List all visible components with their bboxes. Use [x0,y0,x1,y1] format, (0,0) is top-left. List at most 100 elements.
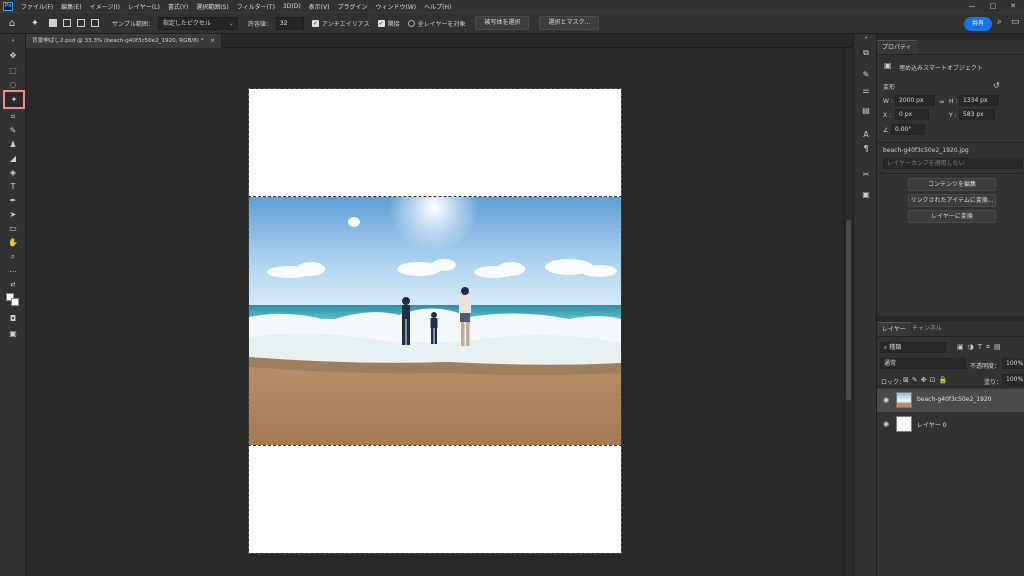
lock-icons[interactable]: ⊠✎✥⊡🔒 [903,376,950,384]
tools-preset-icon[interactable]: ✂ [859,170,873,179]
swap-colors-icon[interactable]: ⇄ [4,279,22,291]
select-and-mask-button[interactable]: 選択とマスク... [539,16,600,30]
more-tools-icon[interactable]: ⋯ [4,266,22,278]
all-layers-label: 全レイヤーを対象 [417,20,466,28]
edit-contents-button[interactable]: コンテンツを編集 [908,178,996,191]
move-tool-icon[interactable]: ✥ [4,50,22,62]
contiguous-checkbox[interactable]: ✓ [377,19,385,27]
paint-bucket-tool-icon[interactable]: ◈ [4,167,22,179]
brush-tool-icon[interactable]: ✎ [4,125,22,137]
brush-panel-icon[interactable]: ✎ [859,70,873,79]
maximize-button[interactable]: □ [990,2,997,10]
layer-row-beach[interactable]: ◉ beach-g40f3c50e2_1920 [877,389,1024,412]
layer-row-layer0[interactable]: ◉ レイヤー 0 [877,413,1024,436]
antialias-checkbox[interactable]: ✓ [311,19,319,27]
layer-filter-icons[interactable]: ▣◑T⌗▤ [957,343,1005,352]
magic-wand-preset-icon[interactable]: ✦ [24,18,46,29]
zoom-tool-icon[interactable]: ⌕ [4,251,22,263]
background-color-swatch[interactable] [11,298,19,306]
angle-field[interactable]: 0.00° [891,124,925,135]
tab-layers[interactable]: レイヤー [877,322,911,336]
convert-to-linked-button[interactable]: リンクされたアイテムに変換... [908,194,996,207]
add-selection-icon[interactable] [63,19,71,27]
options-bar: ⌂ ✦ サンプル範囲： 指定したピクセル ⌄ 許容値： 32 ✓ アンチエイリアス… [0,12,1024,34]
tolerance-input[interactable]: 32 [275,16,304,30]
marquee-tool-icon[interactable]: ⬚ [4,65,22,77]
scrollbar-thumb[interactable] [846,220,851,400]
width-field[interactable]: 2000 px [895,95,935,106]
stamp-tool-icon[interactable]: ♟ [4,139,22,151]
menu-view[interactable]: 表示(V) [305,2,334,11]
antialias-label: アンチエイリアス [321,20,370,28]
close-window-button[interactable]: ✕ [1010,2,1016,10]
menu-3d[interactable]: 3D(D) [279,3,305,10]
subtract-selection-icon[interactable] [77,19,85,27]
document-tab[interactable]: 背景伸ばし2.psd @ 33.3% (beach-g40f3c50e2_192… [26,34,222,48]
libraries-panel-icon[interactable]: ▣ [859,190,873,199]
reset-transform-icon[interactable]: ↺ [993,81,1000,90]
crop-tool-icon[interactable]: ⌗ [4,111,22,123]
fill-field[interactable]: 100% [1002,374,1024,385]
menu-image[interactable]: イメージ(I) [86,2,124,11]
menu-type[interactable]: 書式(Y) [164,2,192,11]
layer-comp-select[interactable]: レイヤーカンプを適用しない [883,158,1023,169]
visibility-eye-icon[interactable]: ◉ [883,420,889,428]
menu-filter[interactable]: フィルター(T) [233,2,279,11]
search-icon[interactable]: ⌕ [997,17,1002,27]
menu-edit[interactable]: 編集(E) [57,2,85,11]
all-layers-checkbox[interactable] [407,19,415,27]
x-field[interactable]: 0 px [895,109,929,120]
select-subject-button[interactable]: 被写体を選択 [475,16,530,30]
intersect-selection-icon[interactable] [91,19,99,27]
magic-wand-tool-icon[interactable]: ✦ [3,90,25,109]
height-field[interactable]: 1334 px [959,95,999,106]
workspace-icon[interactable]: ▭ [1011,17,1020,27]
menu-window[interactable]: ウィンドウ(W) [371,2,420,11]
menu-file[interactable]: ファイル(F) [17,2,57,11]
tab-properties[interactable]: プロパティ [877,40,917,54]
opacity-field[interactable]: 100% [1002,358,1024,369]
sample-size-select[interactable]: 指定したピクセル ⌄ [157,16,238,30]
vertical-scrollbar[interactable] [844,48,852,576]
collapse-toolbar-icon[interactable]: » [4,35,22,47]
rectangle-tool-icon[interactable]: ▭ [4,223,22,235]
hand-tool-icon[interactable]: ✋ [4,237,22,249]
collapse-panels-icon[interactable]: » [859,35,873,41]
blend-mode-select[interactable]: 通常 [880,358,966,369]
menu-help[interactable]: ヘルプ(H) [420,2,455,11]
paragraph-panel-icon[interactable]: ¶ [859,144,873,153]
sample-size-value: 指定したピクセル [162,19,211,27]
tab-channels[interactable]: チャンネル [907,322,947,336]
convert-to-layers-button[interactable]: レイヤーに変換 [908,210,996,223]
close-tab-icon[interactable]: × [210,38,215,44]
pen-tool-icon[interactable]: ✒ [4,195,22,207]
properties-panel-icon[interactable]: ▤ [859,106,873,115]
menu-layer[interactable]: レイヤー(L) [124,2,164,11]
path-selection-tool-icon[interactable]: ➤ [4,209,22,221]
w-label: W : [883,98,893,105]
new-selection-icon[interactable] [49,19,57,27]
x-label: X : [883,112,892,119]
screen-mode-icon[interactable]: ▣ [4,328,22,340]
eraser-tool-icon[interactable]: ◢ [4,153,22,165]
layer-name[interactable]: beach-g40f3c50e2_1920 [917,396,992,403]
beach-photo[interactable] [248,196,622,446]
adjustments-panel-icon[interactable]: ⚌ [859,86,873,95]
menu-select[interactable]: 選択範囲(S) [192,2,233,11]
y-field[interactable]: 583 px [959,109,995,120]
menu-plugins[interactable]: プラグイン [333,2,371,11]
beach-photo-image [249,197,621,445]
minimize-button[interactable]: — [969,2,976,10]
share-button[interactable]: 共有 [964,17,992,31]
link-icon[interactable]: ∞ [939,98,945,106]
layer-filter-select[interactable]: ⌕ 種類 [880,342,946,353]
properties-panel: プロパティ ▣ 埋め込みスマートオブジェクト 変形 ↺ W : 2000 px … [877,40,1024,316]
type-tool-icon[interactable]: T [4,181,22,193]
quick-mask-icon[interactable]: ◘ [4,313,22,325]
character-panel-icon[interactable]: A [859,130,873,139]
home-icon[interactable]: ⌂ [0,18,24,29]
lasso-tool-icon[interactable]: ◌ [4,79,22,91]
layer-name[interactable]: レイヤー 0 [917,420,947,429]
history-panel-icon[interactable]: ⧉ [859,48,873,58]
visibility-eye-icon[interactable]: ◉ [883,396,889,404]
